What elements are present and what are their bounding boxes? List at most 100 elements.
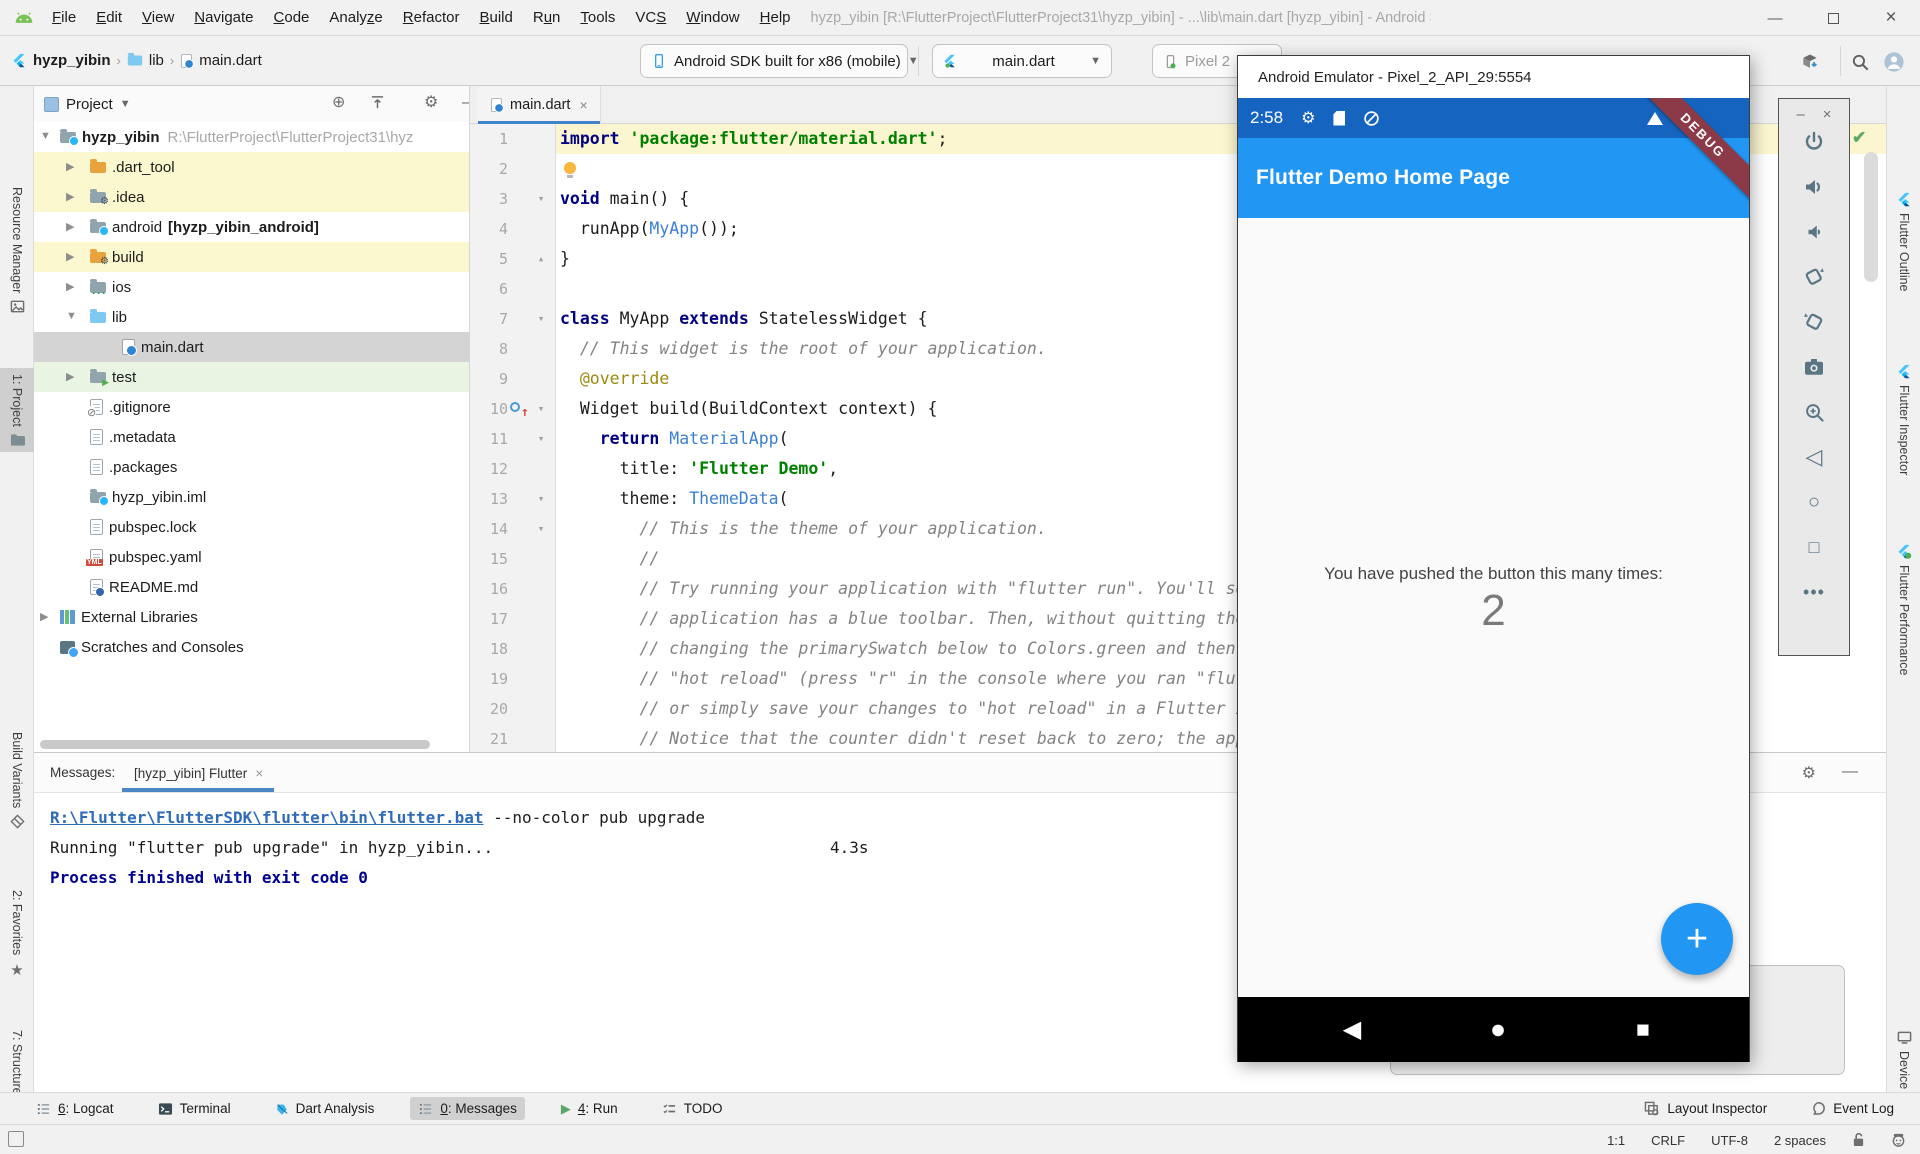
- fold-marker[interactable]: [528, 634, 554, 664]
- fold-marker[interactable]: [528, 274, 554, 304]
- fold-marker[interactable]: [528, 664, 554, 694]
- tool-stripe-button[interactable]: Build Variants: [0, 726, 34, 835]
- tab-close-icon[interactable]: ×: [579, 97, 587, 113]
- fold-marker[interactable]: [528, 544, 554, 574]
- tool-window-button[interactable]: 0: Messages: [410, 1097, 525, 1120]
- tree-expand-arrow[interactable]: ▶: [66, 250, 74, 263]
- android-back-button[interactable]: ◀: [1332, 997, 1372, 1062]
- menu-item[interactable]: Window: [676, 9, 749, 26]
- tool-stripe-button[interactable]: Flutter Outline: [1887, 186, 1920, 298]
- inspection-ok-icon[interactable]: ✔: [1852, 128, 1866, 148]
- emulator-zoomin-button[interactable]: [1801, 399, 1827, 425]
- editor-scrollbar-thumb[interactable]: [1864, 152, 1878, 282]
- fold-marker[interactable]: [528, 364, 554, 394]
- status-item[interactable]: UTF-8: [1711, 1133, 1748, 1148]
- tool-stripe-button[interactable]: Flutter Performance: [1887, 538, 1920, 681]
- menu-item[interactable]: Run: [523, 9, 571, 26]
- breadcrumb-lib[interactable]: lib: [149, 52, 164, 69]
- close-button[interactable]: ×: [1862, 0, 1920, 36]
- emulator-vold-button[interactable]: [1801, 219, 1827, 245]
- emulator-backg-button[interactable]: ◁: [1801, 444, 1827, 470]
- tree-expand-arrow[interactable]: ▶: [66, 190, 74, 203]
- tool-stripe-button[interactable]: 2: Favorites ★: [0, 884, 34, 985]
- tree-row[interactable]: ▼ lib: [34, 302, 469, 332]
- fold-marker[interactable]: [528, 604, 554, 634]
- tab-close-icon[interactable]: ×: [255, 766, 263, 781]
- emulator-homeg-button[interactable]: ○: [1801, 489, 1827, 515]
- tool-window-button[interactable]: Layout Inspector: [1642, 1097, 1769, 1120]
- status-item[interactable]: CRLF: [1651, 1133, 1685, 1148]
- gear-icon[interactable]: ⚙: [424, 95, 438, 111]
- restore-button[interactable]: [1804, 0, 1862, 36]
- emulator-minimize-button[interactable]: –: [1796, 106, 1804, 123]
- menu-item[interactable]: Tools: [570, 9, 625, 26]
- fab-increment-button[interactable]: +: [1661, 903, 1733, 975]
- fold-marker[interactable]: ▾: [528, 514, 554, 544]
- messages-tab[interactable]: [hyzp_yibin] Flutter ×: [122, 753, 275, 793]
- fold-marker[interactable]: [528, 154, 554, 184]
- tree-expand-arrow[interactable]: ▶: [66, 160, 74, 173]
- tool-window-button[interactable]: 6: Logcat: [28, 1097, 122, 1120]
- hide-panel-icon[interactable]: —: [462, 95, 470, 111]
- collapse-all-icon[interactable]: [370, 95, 385, 110]
- fold-marker[interactable]: [528, 724, 554, 752]
- fold-marker[interactable]: ▾: [528, 304, 554, 334]
- emulator-title-bar[interactable]: Android Emulator - Pixel_2_API_29:5554: [1238, 56, 1749, 98]
- tree-row[interactable]: main.dart: [34, 332, 469, 362]
- emulator-cam-button[interactable]: [1801, 354, 1827, 380]
- breadcrumb-file[interactable]: main.dart: [199, 52, 262, 69]
- tree-row[interactable]: ▶ build: [34, 242, 469, 272]
- fold-marker[interactable]: [528, 454, 554, 484]
- tree-row[interactable]: ▶ External Libraries: [34, 602, 469, 632]
- menu-item[interactable]: Analyze: [319, 9, 392, 26]
- tree-expand-arrow[interactable]: ▶: [66, 370, 74, 383]
- fold-marker[interactable]: ▾: [528, 484, 554, 514]
- menu-item[interactable]: File: [42, 9, 86, 26]
- override-marker-icon[interactable]: [510, 402, 520, 412]
- menu-item[interactable]: View: [132, 9, 184, 26]
- menu-item[interactable]: VCS: [625, 9, 676, 26]
- fold-marker[interactable]: [528, 694, 554, 724]
- emulator-volu-button[interactable]: [1801, 174, 1827, 200]
- emulator-sqg-button[interactable]: □: [1801, 534, 1827, 560]
- android-overview-button[interactable]: ■: [1623, 997, 1663, 1062]
- fold-marker[interactable]: [528, 214, 554, 244]
- tree-row[interactable]: .metadata: [34, 422, 469, 452]
- fold-marker[interactable]: [528, 574, 554, 604]
- emulator-close-button[interactable]: ×: [1823, 106, 1832, 123]
- search-everywhere-icon[interactable]: [1848, 50, 1872, 74]
- tool-window-button[interactable]: ▶ 4: Run: [553, 1097, 626, 1121]
- fold-marker[interactable]: [528, 124, 554, 154]
- menu-item[interactable]: Navigate: [184, 9, 263, 26]
- tree-row[interactable]: pubspec.lock: [34, 512, 469, 542]
- run-configuration-selector[interactable]: main.dart ▼: [932, 44, 1112, 78]
- menu-item[interactable]: Help: [750, 9, 801, 26]
- tool-stripe-button[interactable]: 1: Project: [0, 368, 34, 452]
- status-item[interactable]: 1:1: [1607, 1133, 1625, 1148]
- menu-item[interactable]: Code: [264, 9, 320, 26]
- fold-marker[interactable]: ▴: [528, 244, 554, 274]
- sdk-manager-icon[interactable]: [1798, 50, 1822, 74]
- tree-expand-arrow[interactable]: ▶: [40, 610, 48, 623]
- horizontal-scrollbar[interactable]: [40, 740, 430, 749]
- tree-row[interactable]: ▶ test: [34, 362, 469, 392]
- emulator-rotl-button[interactable]: [1801, 264, 1827, 290]
- project-view-title[interactable]: Project: [66, 96, 113, 113]
- tool-window-button[interactable]: Terminal: [150, 1097, 239, 1120]
- emulator-rotr-button[interactable]: [1801, 309, 1827, 335]
- tree-row[interactable]: hyzp_yibin.iml: [34, 482, 469, 512]
- tree-row[interactable]: ▶ .idea: [34, 182, 469, 212]
- minimize-button[interactable]: —: [1746, 0, 1804, 36]
- intention-bulb-icon[interactable]: [564, 162, 576, 174]
- breadcrumb-project[interactable]: hyzp_yibin: [33, 52, 111, 69]
- highlighting-level-icon[interactable]: [1891, 1132, 1906, 1148]
- fold-marker[interactable]: ▾: [528, 394, 554, 424]
- gear-icon[interactable]: ⚙: [1802, 763, 1816, 783]
- locate-file-icon[interactable]: ⊕: [332, 95, 345, 111]
- status-item[interactable]: 2 spaces: [1774, 1133, 1826, 1148]
- tool-stripe-button[interactable]: Resource Manager: [0, 181, 34, 320]
- lock-icon[interactable]: [1852, 1132, 1865, 1148]
- emulator-power-button[interactable]: [1801, 129, 1827, 155]
- hide-panel-icon[interactable]: —: [1842, 763, 1858, 781]
- editor-tab-main-dart[interactable]: main.dart ×: [478, 86, 601, 124]
